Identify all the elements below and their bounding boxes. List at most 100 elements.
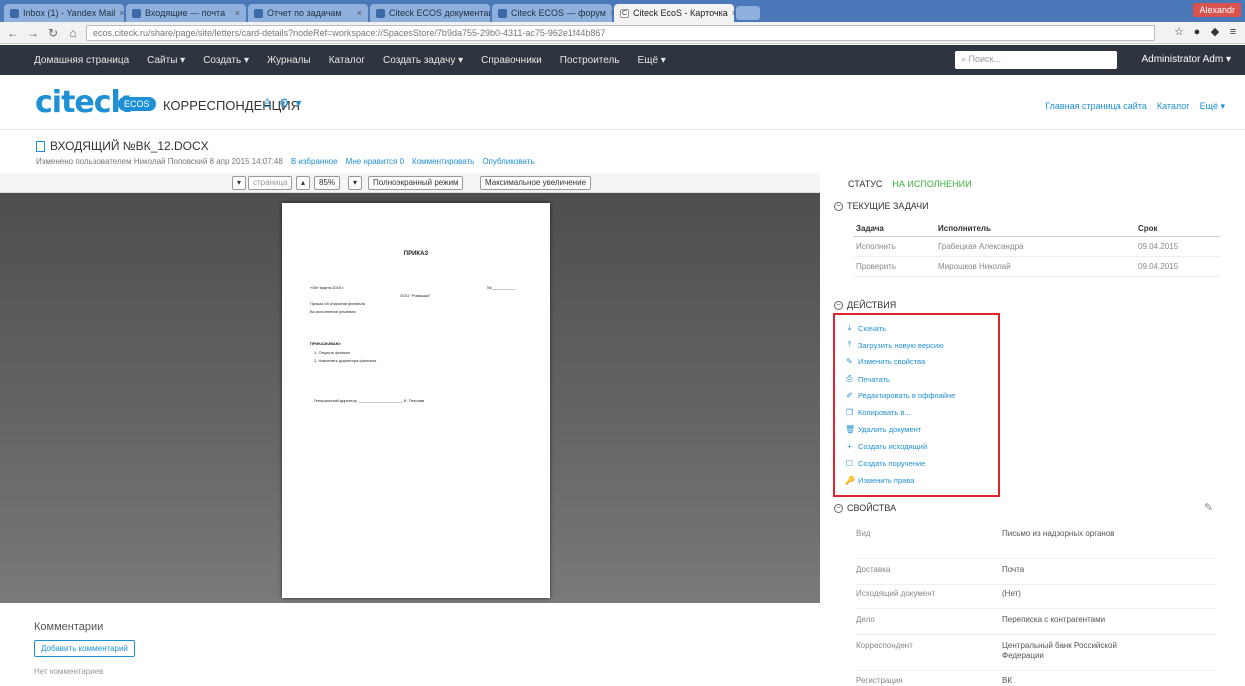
property-row: Дело Переписка с контрагентами xyxy=(856,615,1216,635)
nav-home[interactable]: Домашняя страница xyxy=(34,55,129,66)
back-icon[interactable]: ← xyxy=(6,26,20,40)
action-download[interactable]: ⤓ Скачать xyxy=(845,323,886,333)
doc-line: Генеральный директор ___________________… xyxy=(314,398,425,403)
forward-icon[interactable]: → xyxy=(26,26,40,40)
nav-more[interactable]: Ещё ▾ xyxy=(638,55,666,66)
document-viewer[interactable]: ПРИКАЗ «06» марта 2015 г. №___________ О… xyxy=(0,193,820,603)
reload-icon[interactable]: ↻ xyxy=(46,26,60,40)
publish-link[interactable]: Опубликовать xyxy=(482,157,534,166)
max-zoom-button[interactable]: Максимальное увеличение xyxy=(480,176,592,190)
favicon-icon xyxy=(254,8,263,18)
edit-properties-icon: ✎ xyxy=(846,357,853,366)
status-value: НА ИСПОЛНЕНИИ xyxy=(892,179,972,189)
action-create-assignment[interactable]: ☐ Создать поручение xyxy=(845,459,925,468)
close-tab-icon[interactable]: × xyxy=(610,8,612,18)
favicon-icon xyxy=(132,8,141,18)
link-catalog[interactable]: Каталог xyxy=(1157,101,1190,112)
doc-line: 2. Назначить директора филиала xyxy=(314,358,377,363)
task-name[interactable]: Исполнить xyxy=(854,236,936,257)
link-more[interactable]: Ещё ▾ xyxy=(1200,101,1225,112)
actions-section-toggle[interactable]: − ДЕЙСТВИЯ xyxy=(834,300,896,310)
favicon-icon xyxy=(10,8,19,18)
document-page: ПРИКАЗ «06» марта 2015 г. №___________ О… xyxy=(282,203,550,598)
browser-tab[interactable]: Inbox (1) - Yandex Mail × xyxy=(4,4,124,22)
fullscreen-button[interactable]: Полноэкранный режим xyxy=(368,176,464,190)
status-label: СТАТУС xyxy=(848,179,883,189)
extension-icon[interactable]: ● xyxy=(1191,26,1203,38)
close-tab-icon[interactable]: × xyxy=(119,8,124,18)
action-change-rights[interactable]: 🔑 Изменить права xyxy=(845,476,914,485)
settings-icon[interactable]: ⚙▾ xyxy=(279,96,308,110)
site-links: Главная страница сайта Каталог Ещё ▾ xyxy=(1045,101,1225,112)
close-tab-icon[interactable]: × xyxy=(732,8,734,18)
window-user-badge[interactable]: Alexandr xyxy=(1193,3,1241,17)
browser-tab[interactable]: Citeck ECOS — форум× xyxy=(492,4,612,22)
next-page-button[interactable]: ▴ xyxy=(296,176,311,190)
zoom-field[interactable]: 85% xyxy=(314,176,341,190)
task-due: 09.04.2015 xyxy=(1136,256,1220,277)
citeck-logo[interactable]: citeck xyxy=(35,85,130,120)
nav-journals[interactable]: Журналы xyxy=(267,55,311,66)
prev-page-button[interactable]: ▾ xyxy=(232,176,247,190)
home-icon[interactable]: ⌂ xyxy=(66,26,80,40)
nav-create[interactable]: Создать ▾ xyxy=(203,55,249,66)
browser-extensions: ☆ ● ◆ ≡ xyxy=(1173,26,1239,38)
copy-icon: ❐ xyxy=(845,408,854,417)
link-site-home[interactable]: Главная страница сайта xyxy=(1045,101,1147,112)
task-assignee: Грабецкая Александра xyxy=(936,236,1136,257)
property-row: Вид Письмо из надзорных органов xyxy=(856,529,1216,559)
doc-line: ПРИКАЗЫВАЮ: xyxy=(310,341,342,346)
browser-tab-active[interactable]: CCiteck EcoS - Карточка× xyxy=(614,4,734,22)
action-delete[interactable]: 🗑 Удалить документ xyxy=(845,425,921,434)
new-tab-button[interactable] xyxy=(736,6,760,20)
modified-info: Изменено пользователем Николай Поповский… xyxy=(36,157,283,166)
zoom-dropdown[interactable]: ▾ xyxy=(348,176,363,190)
nav-dictionaries[interactable]: Справочники xyxy=(481,55,542,66)
properties-section-toggle[interactable]: − СВОЙСТВА xyxy=(834,503,896,513)
close-tab-icon[interactable]: × xyxy=(357,8,362,18)
browser-tabbar: Inbox (1) - Yandex Mail × Входящие — почт… xyxy=(0,0,1245,22)
viewer-toolbar: ▾ страница ▴ 85% ▾ Полноэкранный режим М… xyxy=(0,173,820,193)
comment-link[interactable]: Комментировать xyxy=(412,157,474,166)
nav-create-task[interactable]: Создать задачу ▾ xyxy=(383,55,463,66)
address-bar: ← → ↻ ⌂ ecos.citeck.ru/share/page/site/l… xyxy=(0,22,1245,44)
doc-line: №___________ xyxy=(487,285,516,290)
tasks-section-toggle[interactable]: − ТЕКУЩИЕ ЗАДАЧИ xyxy=(834,201,929,211)
nav-sites[interactable]: Сайты ▾ xyxy=(147,55,185,66)
nav-builder[interactable]: Построитель xyxy=(560,55,620,66)
favorite-link[interactable]: В избранное xyxy=(291,157,338,166)
table-row[interactable]: Проверить Мирошков Николай 09.04.2015 xyxy=(854,256,1220,277)
page-field[interactable]: страница xyxy=(248,176,293,190)
browser-tab[interactable]: Входящие — почта × xyxy=(126,4,246,22)
action-edit-offline[interactable]: ✐ Редактировать в оффлайне xyxy=(845,391,955,400)
search-input[interactable]: ⌕ Поиск... xyxy=(955,51,1117,69)
col-assignee: Исполнитель xyxy=(936,221,1136,237)
add-comment-button[interactable]: Добавить комментарий xyxy=(34,640,135,657)
nav-catalog[interactable]: Каталог xyxy=(329,55,365,66)
edit-pencil-icon[interactable]: ✎ xyxy=(1204,501,1213,514)
delete-icon: 🗑 xyxy=(845,425,856,434)
property-row: Исходящий документ (Нет) xyxy=(856,589,1216,609)
browser-tab[interactable]: Citeck ECOS документация× xyxy=(370,4,490,22)
action-upload-version[interactable]: ⤒ Загрузить новую версию xyxy=(845,340,944,350)
action-edit-properties[interactable]: ✎ Изменить свойства xyxy=(845,357,925,366)
task-name[interactable]: Проверить xyxy=(854,256,936,277)
user-menu[interactable]: Administrator Adm ▾ xyxy=(1142,54,1232,65)
url-field[interactable]: ecos.citeck.ru/share/page/site/letters/c… xyxy=(86,24,1155,41)
col-due: Срок xyxy=(1136,221,1220,237)
action-copy-to[interactable]: ❐ Копировать в... xyxy=(845,408,911,417)
like-link[interactable]: Мне нравится 0 xyxy=(346,157,404,166)
action-create-outgoing[interactable]: + Создать исходящий xyxy=(845,442,927,451)
extension-icon[interactable]: ◆ xyxy=(1209,26,1221,38)
members-icon[interactable]: ♙ xyxy=(262,96,279,110)
doc-heading: ПРИКАЗ xyxy=(403,251,429,257)
no-comments-text: Нет комментариев xyxy=(34,667,104,676)
table-row[interactable]: Исполнить Грабецкая Александра 09.04.201… xyxy=(854,236,1220,257)
collapse-icon: − xyxy=(834,300,843,310)
browser-tab[interactable]: Отчет по задачам × xyxy=(248,4,368,22)
menu-icon[interactable]: ≡ xyxy=(1227,26,1239,38)
site-header: citeck ECOS КОРРЕСПОНДЕНЦИЯ ♙⚙▾ Главная … xyxy=(0,75,1245,130)
action-print[interactable]: ⎙ Печатать xyxy=(845,374,890,384)
close-tab-icon[interactable]: × xyxy=(235,8,240,18)
star-icon[interactable]: ☆ xyxy=(1173,26,1185,38)
